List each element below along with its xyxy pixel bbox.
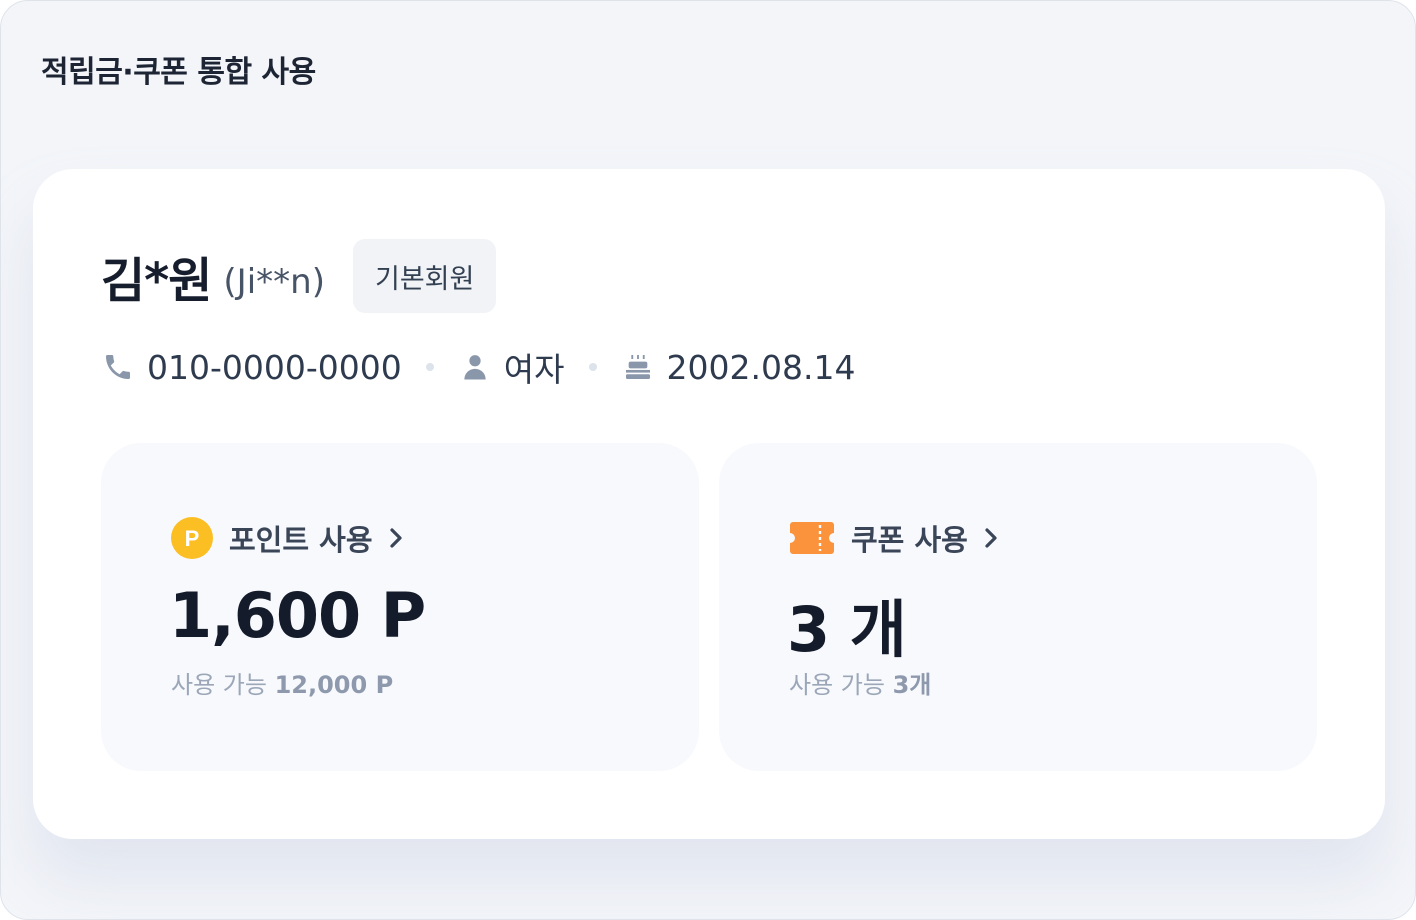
phone-number: 010-0000-0000 <box>147 347 402 387</box>
coupons-use-button[interactable]: 쿠폰 사용 <box>789 517 1000 559</box>
coupon-ticket-icon <box>789 521 835 555</box>
separator-dot <box>588 363 597 371</box>
points-use-button[interactable]: P 포인트 사용 <box>171 517 405 559</box>
chevron-right-icon <box>387 525 405 551</box>
cake-icon <box>621 350 655 384</box>
separator-dot <box>425 363 434 371</box>
coupons-available-value: 3개 <box>892 671 932 699</box>
member-card: 김*원 (Ji**n) 기본회원 010-0000-0000 여자 2002.0… <box>33 169 1385 839</box>
person-icon <box>458 350 492 384</box>
points-available-label: 사용 가능 <box>171 671 267 699</box>
member-name-row: 김*원 (Ji**n) 기본회원 <box>101 239 497 313</box>
gender-info: 여자 <box>458 343 565 391</box>
gender-value: 여자 <box>503 350 565 389</box>
phone-icon <box>101 350 135 384</box>
app-frame: 적립금·쿠폰 통합 사용 김*원 (Ji**n) 기본회원 010-0000-0… <box>0 0 1416 920</box>
points-card: P 포인트 사용 1,600 P 사용 가능 12,000 P <box>101 443 699 771</box>
member-grade-badge: 기본회원 <box>352 239 497 313</box>
member-info-row: 010-0000-0000 여자 2002.08.14 <box>101 345 855 389</box>
coupons-use-label: 쿠폰 사용 <box>851 523 968 557</box>
page-title: 적립금·쿠폰 통합 사용 <box>41 55 316 90</box>
coupons-available-label: 사용 가능 <box>789 671 885 699</box>
member-name: 김*원 <box>101 253 212 309</box>
coupons-value: 3 개 <box>787 593 907 666</box>
coupons-available: 사용 가능 3개 <box>789 665 931 700</box>
member-alias: (Ji**n) <box>223 262 325 302</box>
points-available-value: 12,000 P <box>274 671 394 699</box>
phone-info: 010-0000-0000 <box>101 348 402 387</box>
birthday-info: 2002.08.14 <box>621 347 856 387</box>
points-use-label: 포인트 사용 <box>229 523 373 557</box>
birthday-value: 2002.08.14 <box>666 347 856 387</box>
points-available: 사용 가능 12,000 P <box>171 665 393 700</box>
points-value: 1,600 P <box>169 579 426 652</box>
chevron-right-icon <box>982 525 1000 551</box>
svg-text:P: P <box>185 526 200 551</box>
coupons-card: 쿠폰 사용 3 개 사용 가능 3개 <box>719 443 1317 771</box>
point-coin-icon: P <box>171 517 213 559</box>
